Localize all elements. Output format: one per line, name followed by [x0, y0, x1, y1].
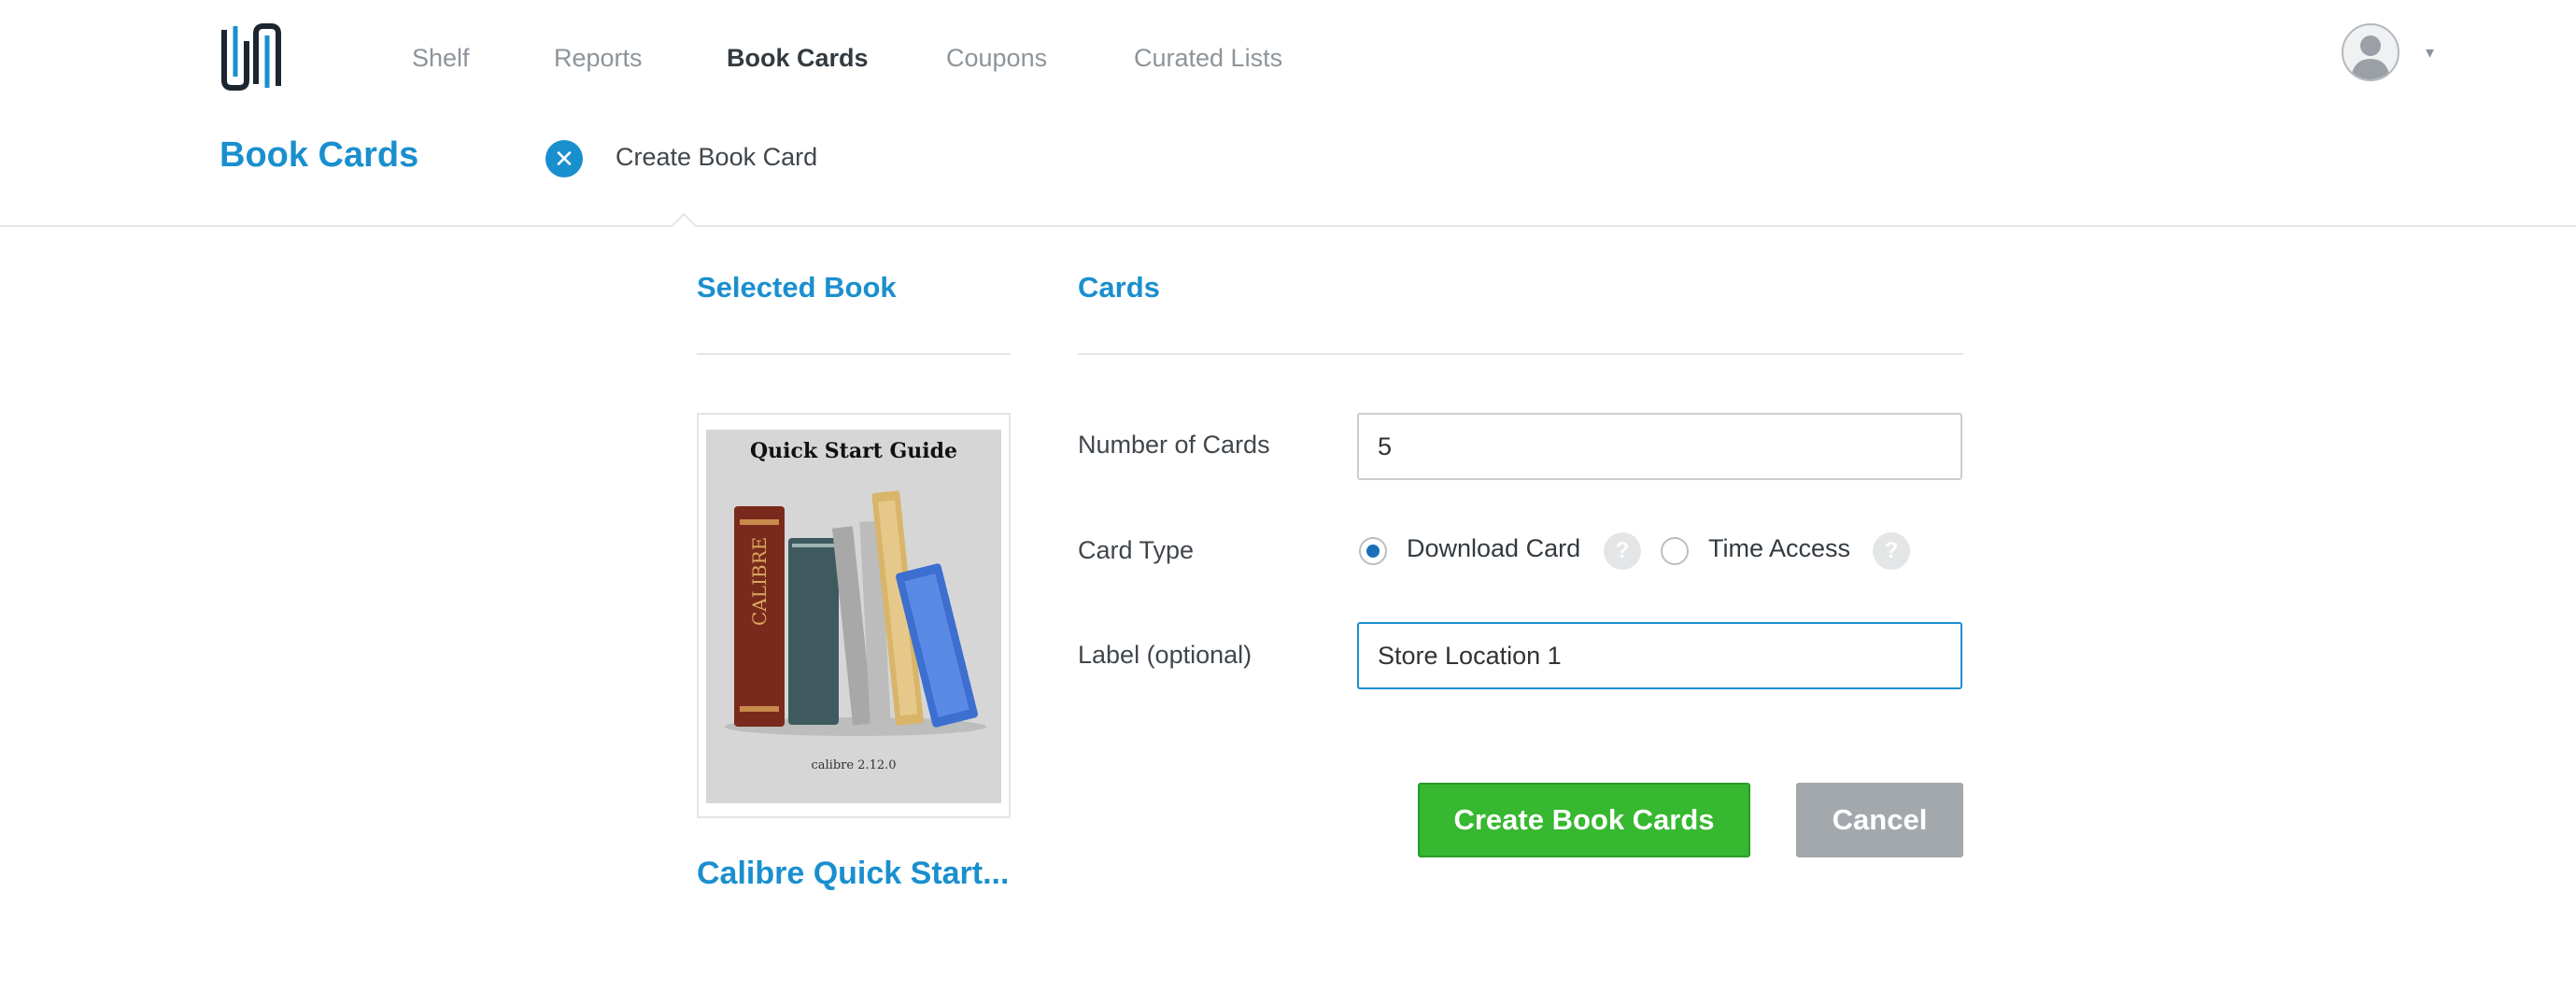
chevron-down-icon[interactable]: ▾ — [2426, 43, 2434, 63]
close-icon[interactable]: ✕ — [545, 140, 583, 177]
label-input[interactable] — [1357, 622, 1962, 689]
top-nav: Shelf Reports Book Cards Coupons Curated… — [0, 0, 2576, 117]
create-book-cards-button[interactable]: Create Book Cards — [1418, 783, 1750, 857]
selected-book-heading: Selected Book — [697, 271, 897, 304]
radio-download-card-label[interactable]: Download Card — [1407, 534, 1580, 563]
radio-download-card[interactable] — [1359, 537, 1387, 565]
book-cover-frame: Quick Start Guide CALIBRE calibre 2.12.0 — [697, 413, 1011, 818]
nav-curated-lists[interactable]: Curated Lists — [1134, 41, 1282, 75]
user-avatar-icon[interactable] — [2342, 23, 2399, 81]
help-download-card-icon[interactable]: ? — [1604, 532, 1641, 570]
page-title: Book Cards — [219, 135, 419, 175]
breadcrumb-create-book-card: Create Book Card — [616, 143, 818, 171]
cards-divider — [1078, 353, 1963, 355]
sub-header: Book Cards ✕ Create Book Card — [0, 117, 2576, 227]
number-of-cards-input[interactable] — [1357, 413, 1962, 480]
nav-shelf[interactable]: Shelf — [412, 41, 470, 75]
selected-book-divider — [697, 353, 1011, 355]
radio-time-access[interactable] — [1661, 537, 1689, 565]
book-name-link[interactable]: Calibre Quick Start... — [697, 856, 1009, 892]
radio-time-access-label[interactable]: Time Access — [1708, 534, 1850, 563]
cover-spine-text: CALIBRE — [748, 537, 771, 626]
help-time-access-icon[interactable]: ? — [1873, 532, 1910, 570]
person-silhouette-icon — [2351, 35, 2390, 79]
book-cover: Quick Start Guide CALIBRE calibre 2.12.0 — [706, 430, 1001, 803]
nav-book-cards[interactable]: Book Cards — [727, 41, 869, 75]
cancel-button[interactable]: Cancel — [1796, 783, 1963, 857]
number-of-cards-label: Number of Cards — [1078, 431, 1270, 459]
nav-coupons[interactable]: Coupons — [946, 41, 1047, 75]
nav-reports[interactable]: Reports — [554, 41, 643, 75]
card-type-label: Card Type — [1078, 536, 1195, 564]
cover-footer: calibre 2.12.0 — [811, 758, 897, 772]
cards-heading: Cards — [1078, 271, 1160, 304]
label-optional-label: Label (optional) — [1078, 641, 1253, 669]
paperclip-logo-icon[interactable] — [219, 22, 284, 92]
